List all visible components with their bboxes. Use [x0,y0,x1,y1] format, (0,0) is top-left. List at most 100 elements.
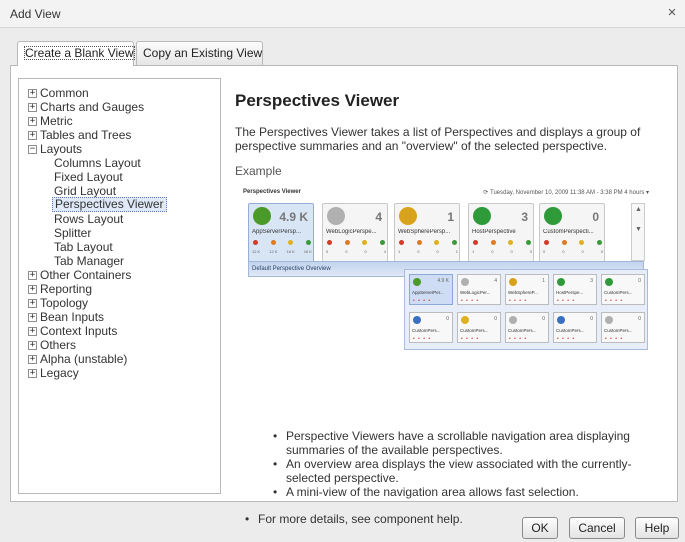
expand-icon[interactable]: + [28,355,37,364]
preview-mini-label: WebSphereP... [508,290,538,295]
tree-item-label: Columns Layout [54,156,141,170]
description-pane: Perspectives Viewer The Perspectives Vie… [228,78,673,526]
preview-title: Perspectives Viewer [243,189,301,195]
perspective-icon [605,278,613,286]
expand-icon[interactable]: + [28,285,37,294]
tree-item-label: Charts and Gauges [40,100,145,114]
component-description: The Perspectives Viewer takes a list of … [235,125,641,153]
tree-item-label: Bean Inputs [40,310,105,324]
tree-item-rows-layout[interactable]: Rows Layout [19,212,220,226]
expand-icon[interactable]: + [28,313,37,322]
tree-item-alpha-unstable[interactable]: + Alpha (unstable) [19,352,220,366]
tree-item-tables-and-trees[interactable]: + Tables and Trees [19,128,220,142]
tree-item-columns-layout[interactable]: Columns Layout [19,156,220,170]
expand-icon[interactable]: + [28,299,37,308]
expand-icon[interactable]: + [28,327,37,336]
preview-perspective-card: 3 HostPerspective 1 0 0 3 [468,203,534,263]
tree-item-grid-layout[interactable]: Grid Layout [19,184,220,198]
close-icon[interactable]: × [663,4,681,22]
expand-icon[interactable]: + [28,131,37,140]
preview-mini-view: 4.9 K AppServerPer... • • • • 4 WebLogicPer.… [404,269,648,350]
tree-item-fixed-layout[interactable]: Fixed Layout [19,170,220,184]
tree-item-metric[interactable]: + Metric [19,114,220,128]
preview-card-count-value: 0 [326,249,329,254]
preview-mini-count: 0 [494,316,497,322]
preview-card-name: HostPerspective [472,229,516,235]
perspective-icon [413,278,421,286]
help-button[interactable]: Help [635,517,679,539]
tree-item-label: Tab Manager [54,254,125,268]
expand-icon[interactable]: + [28,89,37,98]
preview-card-status-icons [253,240,311,248]
tab-create-blank-view[interactable]: Create a Blank View [17,41,135,66]
tree-item-label: Legacy [40,366,79,380]
expand-icon[interactable]: + [28,103,37,112]
expand-icon[interactable]: + [28,369,37,378]
preview-perspective-card: 4.9 K AppServerPersp... 12 K 12 K 16 K 16 K [248,203,314,269]
preview-card-count-value: 4 [383,249,386,254]
status-dots-icon: • • • • [413,298,432,304]
perspective-icon [413,316,421,324]
preview-card-count-value: 16 K [303,249,312,254]
expand-icon[interactable]: + [28,341,37,350]
preview-card-counts: 0 0 0 0 [543,249,603,254]
preview-card-counts: 12 K 12 K 16 K 16 K [252,249,312,254]
perspective-icon [461,278,469,286]
preview-mini-count: 1 [542,278,545,284]
perspective-icon [461,316,469,324]
expand-icon[interactable]: + [28,271,37,280]
ok-button[interactable]: OK [522,517,558,539]
preview-mini-label: CustomPers... [460,328,489,333]
preview-card-count-value: 0 [562,249,565,254]
preview-mini-card: 0 CustomPers... • • • • [409,312,453,343]
status-dots-icon: • • • • [461,298,480,304]
preview-card-count-value: 0 [436,249,439,254]
feature-bullet: A mini-view of the navigation area allow… [273,485,668,499]
tree-item-tab-manager[interactable]: Tab Manager [19,254,220,268]
preview-card-count-value: 0 [543,249,546,254]
tree-item-charts-and-gauges[interactable]: + Charts and Gauges [19,100,220,114]
tree-item-label: Context Inputs [40,324,118,338]
tree-item-splitter[interactable]: Splitter [19,226,220,240]
preview-mini-count: 0 [590,316,593,322]
preview-card-count-value: 12 K [269,249,278,254]
expand-icon[interactable]: + [28,117,37,126]
preview-card-count-value: 0 [491,249,494,254]
tree-item-topology[interactable]: + Topology [19,296,220,310]
preview-card-counts: 1 0 0 1 [398,249,458,254]
preview-card-name: AppServerPersp... [252,229,302,235]
tree-item-tab-layout[interactable]: Tab Layout [19,240,220,254]
tree-item-label: Metric [40,114,73,128]
tree-item-other-containers[interactable]: + Other Containers [19,268,220,282]
example-label: Example [235,164,282,178]
collapse-icon[interactable]: − [28,145,37,154]
preview-mini-label: HostPerspe... [556,290,584,295]
preview-mini-label: CustomPers... [556,328,585,333]
tree-item-layouts[interactable]: − Layouts [19,142,220,156]
tree-item-bean-inputs[interactable]: + Bean Inputs [19,310,220,324]
preview-card-count-value: 0 [600,249,603,254]
preview-mini-count: 4.9 K [437,278,449,284]
tree-item-label: Tab Layout [54,240,113,254]
component-tree[interactable]: + Common + Charts and Gauges + Metric + Tables … [18,78,221,494]
tree-item-label: Other Containers [40,268,132,282]
tree-item-context-inputs[interactable]: + Context Inputs [19,324,220,338]
preview-mini-card: 3 HostPerspe... • • • • [553,274,597,305]
preview-card-count-value: 1 [472,249,475,254]
tab-copy-existing-view[interactable]: Copy an Existing View [136,41,263,65]
preview-mini-count: 0 [446,316,449,322]
tree-item-reporting[interactable]: + Reporting [19,282,220,296]
tree-item-legacy[interactable]: + Legacy [19,366,220,380]
status-dots-icon: • • • • [509,298,528,304]
preview-mini-label: WebLogicPer... [460,290,491,295]
tree-item-common[interactable]: + Common [19,86,220,100]
tree-item-label: Alpha (unstable) [40,352,128,366]
tree-item-perspectives-viewer[interactable]: Perspectives Viewer [19,197,220,212]
tree-item-label: Grid Layout [54,184,117,198]
status-dots-icon: • • • • [509,336,528,342]
preview-card-count: 4.9 K [279,210,308,224]
tree-item-others[interactable]: + Others [19,338,220,352]
cancel-button[interactable]: Cancel [569,517,625,539]
status-dots-icon: • • • • [557,298,576,304]
preview-mini-count: 0 [638,278,641,284]
